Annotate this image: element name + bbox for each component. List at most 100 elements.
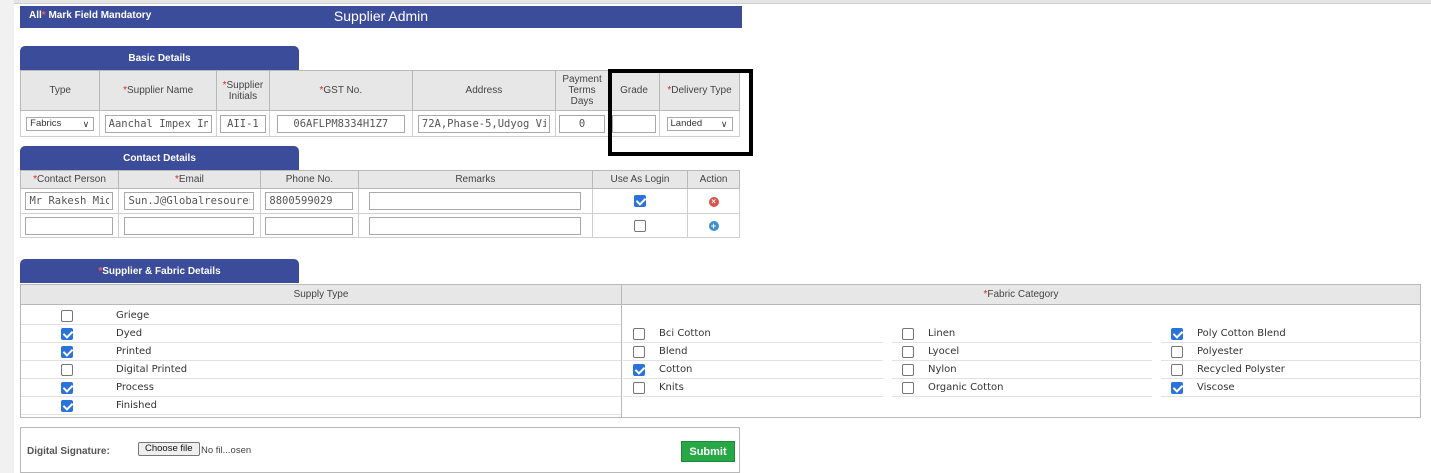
supply-type-checkbox[interactable]	[61, 364, 73, 376]
submit-button[interactable]: Submit	[681, 441, 735, 462]
email-input[interactable]	[124, 192, 255, 210]
fabric-label: Nylon	[928, 364, 957, 375]
fabric-checkbox[interactable]	[902, 364, 914, 376]
fabric-label: Knits	[659, 382, 684, 393]
payment-days-cell	[555, 110, 610, 137]
fabric-label: Organic Cotton	[928, 382, 1004, 393]
basic-details-tab: Basic Details	[20, 46, 299, 70]
list-item: Printed	[21, 343, 621, 361]
fabric-checkbox[interactable]	[633, 364, 645, 376]
list-item: Linen	[892, 325, 1152, 343]
supply-type-checkbox[interactable]	[61, 328, 73, 340]
list-item: Cotton	[623, 361, 883, 379]
supply-type-checkbox[interactable]	[61, 346, 73, 358]
gst-input[interactable]	[276, 114, 405, 133]
fabric-checkbox[interactable]	[633, 328, 645, 340]
action-cell: +	[687, 213, 740, 238]
fabric-label: Recycled Polyster	[1197, 364, 1285, 375]
contact-person-input[interactable]	[25, 192, 114, 210]
add-row-icon[interactable]: +	[708, 220, 719, 231]
list-item: Finished	[21, 397, 621, 415]
use-as-login-cell	[591, 213, 689, 238]
use-as-login-checkbox[interactable]	[633, 219, 646, 232]
fabric-label: Linen	[928, 328, 956, 339]
address-input[interactable]	[417, 114, 550, 133]
contact-row: +	[20, 213, 740, 238]
list-item: Knits	[623, 379, 883, 397]
fabric-checkbox[interactable]	[902, 328, 914, 340]
phone-input[interactable]	[265, 192, 354, 210]
page-header: All* Mark Field Mandatory Supplier Admin	[20, 6, 742, 28]
supply-type-label: Process	[116, 382, 154, 393]
email-cell	[117, 188, 261, 214]
supply-type-label: Printed	[116, 346, 152, 357]
col-email: *Email	[117, 170, 261, 189]
supplier-fabric-tab: *Supplier & Fabric Details	[20, 259, 299, 283]
fabric-label: Viscose	[1197, 382, 1235, 393]
supplier-fabric-panel: Supply Type *Fabric Category Griege Dyed…	[20, 284, 1421, 418]
gst-cell	[268, 110, 413, 137]
remarks-cell	[357, 213, 593, 238]
phone-cell	[259, 213, 359, 238]
supplier-initials-cell	[215, 110, 270, 137]
col-payment-terms: Payment Terms Days	[555, 70, 610, 111]
fabric-label: Bci Cotton	[659, 328, 711, 339]
fabric-label: Poly Cotton Blend	[1197, 328, 1286, 339]
use-as-login-checkbox[interactable]	[633, 195, 646, 208]
contact-details-table: *Contact Person *Email Phone No. Remarks…	[20, 170, 740, 238]
email-cell	[117, 213, 261, 238]
fabric-checkbox[interactable]	[1171, 328, 1183, 340]
choose-file-button[interactable]: Choose file	[138, 442, 200, 456]
column-divider	[621, 285, 622, 417]
type-cell: Fabrics ∨	[19, 110, 101, 137]
chevron-down-icon: ∨	[82, 118, 90, 129]
fabric-checkbox[interactable]	[633, 346, 645, 358]
file-status-text: No fil...osen	[201, 445, 252, 456]
type-select[interactable]: Fabrics ∨	[26, 116, 95, 131]
left-gutter	[0, 0, 14, 473]
supply-type-checkbox[interactable]	[61, 382, 73, 394]
address-cell	[411, 110, 557, 137]
window-top-border	[0, 0, 1431, 4]
fabric-label: Polyester	[1197, 346, 1244, 357]
list-item: Digital Printed	[21, 361, 621, 379]
fabric-checkbox[interactable]	[902, 382, 914, 394]
list-item: Polyester	[1161, 343, 1421, 361]
supplier-name-input[interactable]	[104, 114, 212, 133]
list-item: Organic Cotton	[892, 379, 1152, 397]
email-input[interactable]	[124, 216, 255, 235]
remarks-input[interactable]	[369, 192, 582, 210]
fabric-checkbox[interactable]	[1171, 346, 1183, 358]
contact-person-cell	[20, 188, 119, 214]
list-item: Dyed	[21, 325, 621, 343]
supply-type-header: Supply Type	[21, 285, 621, 305]
col-use-as-login: Use As Login	[591, 170, 689, 189]
list-item: Lyocel	[892, 343, 1152, 361]
fabric-checkbox[interactable]	[902, 346, 914, 358]
fabric-checkbox[interactable]	[633, 382, 645, 394]
remarks-cell	[357, 188, 593, 214]
phone-input[interactable]	[265, 216, 354, 235]
action-cell: ×	[687, 188, 740, 214]
supply-type-label: Griege	[116, 310, 150, 321]
contact-row: ×	[20, 188, 740, 214]
col-type: Type	[19, 70, 101, 111]
phone-cell	[259, 188, 359, 214]
digital-signature-label: Digital Signature:	[27, 446, 110, 457]
fabric-checkbox[interactable]	[1171, 382, 1183, 394]
payment-days-input[interactable]	[559, 114, 606, 133]
supply-type-checkbox[interactable]	[61, 310, 73, 322]
col-supplier-name: *Supplier Name	[99, 70, 217, 111]
contact-details-tab: Contact Details	[20, 146, 299, 170]
supply-type-checkbox[interactable]	[61, 400, 73, 412]
list-item: Bci Cotton	[623, 325, 883, 343]
list-item: Griege	[21, 307, 621, 325]
supplier-initials-input[interactable]	[219, 114, 266, 133]
contact-person-input[interactable]	[25, 216, 114, 235]
page-title: Supplier Admin	[333, 8, 429, 24]
remarks-input[interactable]	[369, 216, 582, 235]
fabric-checkbox[interactable]	[1171, 364, 1183, 376]
supplier-name-cell	[99, 110, 217, 137]
delete-row-icon[interactable]: ×	[708, 197, 719, 207]
fabric-label: Blend	[659, 346, 688, 357]
